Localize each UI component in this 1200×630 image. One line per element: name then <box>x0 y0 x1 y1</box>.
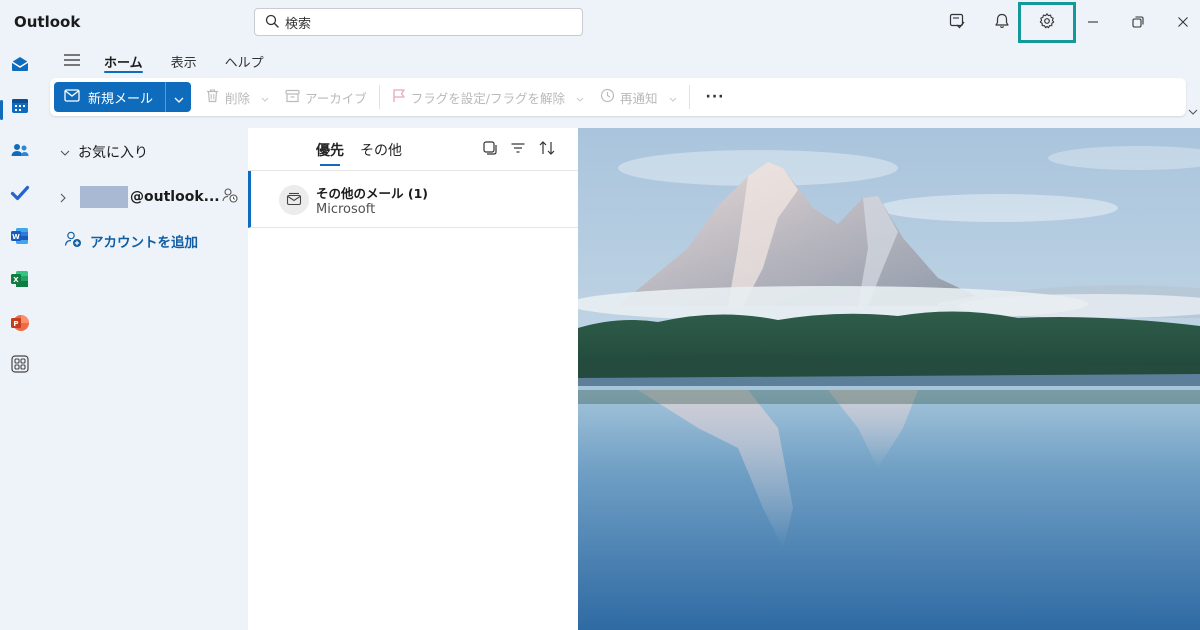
title-bar: Outlook 検索 <box>0 0 1200 46</box>
rail-todo[interactable] <box>8 183 32 207</box>
tab-other[interactable]: その他 <box>360 140 402 166</box>
chevron-right-icon <box>60 188 66 207</box>
svg-text:P: P <box>13 320 18 328</box>
account-item[interactable]: @outlook... <box>60 186 240 208</box>
notes-check-icon <box>948 12 966 34</box>
todo-check-icon <box>10 183 30 207</box>
rail-active-indicator <box>0 100 3 120</box>
close-button[interactable] <box>1168 8 1198 38</box>
snooze-label: 再通知 <box>620 90 658 106</box>
mail-icon <box>64 88 80 106</box>
clock-icon <box>600 88 615 106</box>
trash-icon <box>205 88 220 106</box>
sort-button[interactable] <box>538 140 556 160</box>
settings-highlight-box <box>1018 2 1076 43</box>
rail-more-apps[interactable] <box>8 354 32 378</box>
ribbon-tabs: ホーム 表示 ヘルプ <box>54 46 278 76</box>
svg-text:X: X <box>13 276 19 284</box>
list-actions <box>482 140 556 160</box>
svg-text:W: W <box>12 233 20 241</box>
search-box[interactable]: 検索 <box>254 8 583 36</box>
flag-button[interactable]: フラグを設定/フラグを解除 <box>384 82 592 112</box>
flag-label: フラグを設定/フラグを解除 <box>410 90 566 106</box>
message-sender: Microsoft <box>316 202 376 217</box>
favorites-label: お気に入り <box>78 145 148 161</box>
message-title: その他のメール (1) <box>316 186 428 201</box>
chevron-down-icon <box>60 144 70 160</box>
close-icon <box>1176 14 1190 33</box>
minimize-icon <box>1086 14 1100 33</box>
envelope-stack-icon <box>286 191 302 210</box>
select-button[interactable] <box>482 140 498 160</box>
search-icon <box>265 13 279 32</box>
rail-people[interactable] <box>8 140 32 164</box>
mail-app-icon <box>10 54 30 78</box>
tab-home[interactable]: ホーム <box>90 46 157 76</box>
restore-icon <box>1131 14 1145 33</box>
reading-pane-background <box>578 128 1200 630</box>
new-mail-label: 新規メール <box>88 91 154 107</box>
word-icon: W <box>10 226 30 250</box>
notifications-button[interactable] <box>987 8 1017 38</box>
delete-button[interactable]: 削除 <box>197 82 277 112</box>
rail-excel[interactable]: X <box>8 269 32 293</box>
favorites-header[interactable]: お気に入り <box>60 142 148 162</box>
inbox-tabs: 優先 その他 <box>316 140 402 166</box>
message-list: 優先 その他 その他のメール (1) Microsoft <box>248 128 578 630</box>
delete-label: 削除 <box>225 90 251 106</box>
add-account-button[interactable]: アカウントを追加 <box>64 230 198 252</box>
bell-icon <box>993 12 1011 34</box>
nav-menu-button[interactable] <box>54 46 90 76</box>
folder-pane: お気に入り @outlook... アカウントを追加 <box>44 128 247 630</box>
minimize-button[interactable] <box>1078 8 1108 38</box>
calendar-icon <box>10 96 30 120</box>
hamburger-icon <box>63 52 81 71</box>
add-account-label: アカウントを追加 <box>90 235 198 251</box>
ribbon-separator <box>688 85 690 109</box>
restore-button[interactable] <box>1123 8 1153 38</box>
new-mail-split-button: 新規メール <box>54 82 192 112</box>
more-options-button[interactable]: ··· <box>694 89 737 105</box>
mountain-lake-image <box>578 128 1200 630</box>
rail-mail[interactable] <box>8 54 32 78</box>
tab-view[interactable]: 表示 <box>157 46 211 76</box>
tab-focused[interactable]: 優先 <box>316 140 344 166</box>
rail-calendar[interactable] <box>8 96 32 120</box>
apps-grid-icon <box>10 354 30 378</box>
add-person-icon <box>64 230 82 252</box>
filter-button[interactable] <box>510 140 526 160</box>
redacted-username <box>80 186 128 208</box>
new-mail-dropdown[interactable] <box>165 82 191 112</box>
rail-powerpoint[interactable]: P <box>8 313 32 337</box>
new-mail-button[interactable]: 新規メール <box>54 82 165 112</box>
archive-icon <box>285 89 300 106</box>
chevron-down-icon <box>261 90 269 105</box>
account-email: @outlook... <box>130 189 220 205</box>
rail-word[interactable]: W <box>8 226 32 250</box>
powerpoint-icon: P <box>10 313 30 337</box>
archive-button[interactable]: アーカイブ <box>277 82 375 112</box>
ribbon-separator <box>378 85 380 109</box>
snooze-button[interactable]: 再通知 <box>592 82 685 112</box>
account-status-icon <box>222 187 238 207</box>
flag-icon <box>392 88 406 106</box>
chevron-down-icon <box>174 88 184 107</box>
ribbon-expand-button[interactable] <box>1188 100 1198 119</box>
excel-icon: X <box>10 269 30 293</box>
search-input[interactable]: 検索 <box>285 13 311 32</box>
my-day-button[interactable] <box>942 8 972 38</box>
message-avatar <box>279 185 309 215</box>
people-icon <box>10 140 30 164</box>
message-item[interactable]: その他のメール (1) Microsoft <box>248 171 578 228</box>
chevron-down-icon <box>576 90 584 105</box>
chevron-down-icon <box>1188 100 1198 119</box>
chevron-down-icon <box>669 90 677 105</box>
app-rail: W X P <box>0 46 40 630</box>
tab-help[interactable]: ヘルプ <box>211 46 278 76</box>
archive-label: アーカイブ <box>305 90 367 106</box>
ribbon-toolbar: 新規メール 削除 アーカイブ フラグを設定/フラグを解除 再通知 ··· <box>50 78 1186 116</box>
app-title: Outlook <box>14 13 81 31</box>
